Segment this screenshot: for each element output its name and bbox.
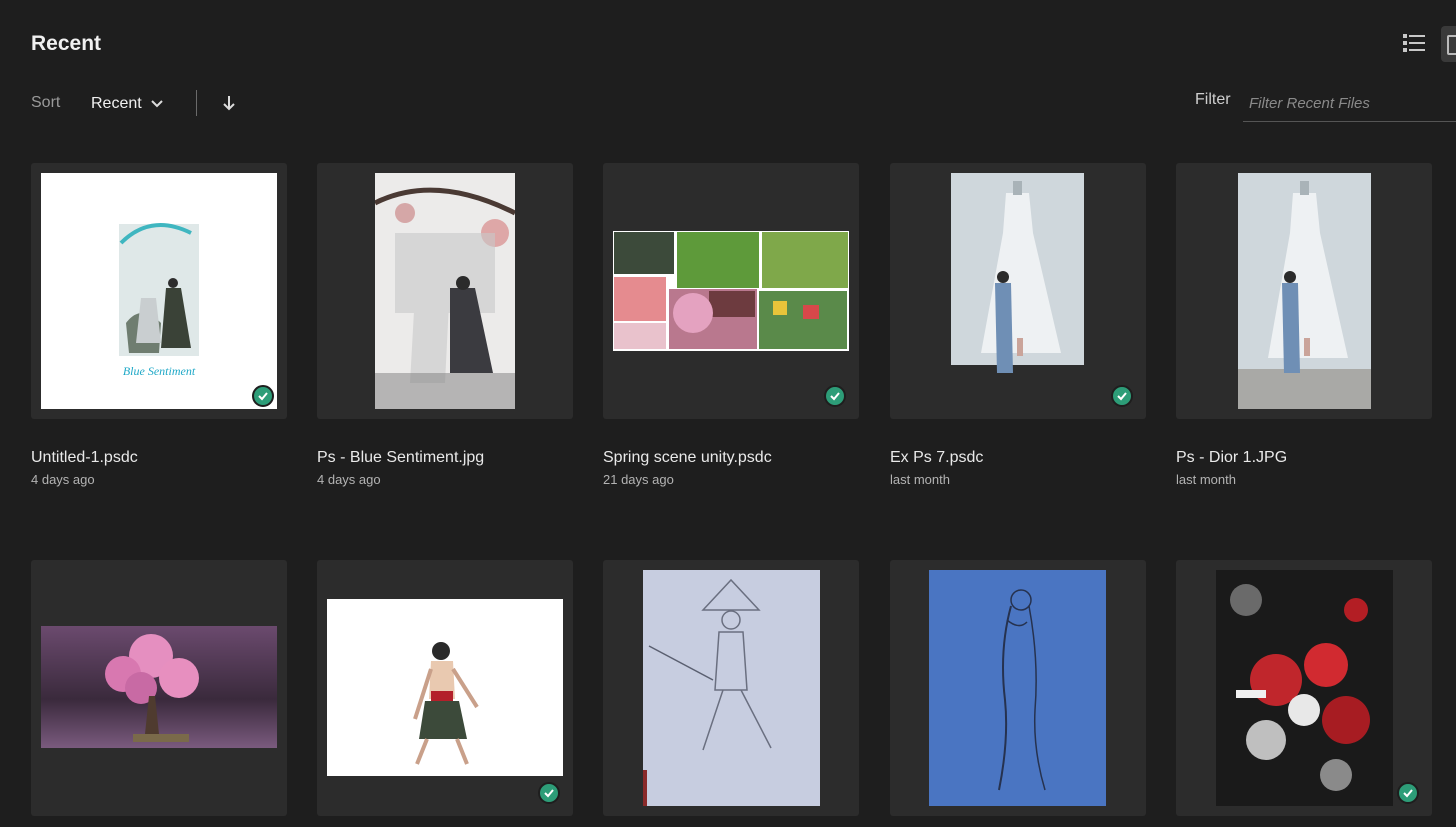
chevron-down-icon — [150, 100, 163, 108]
grid-view-button[interactable] — [1441, 26, 1456, 62]
synced-badge — [538, 782, 560, 804]
file-card[interactable]: Spring scene unity.psdc 21 days ago — [603, 163, 859, 487]
sort-label: Sort — [31, 94, 61, 111]
thumbnail-image — [327, 599, 563, 776]
thumbnail-image — [41, 626, 277, 748]
check-icon — [1117, 392, 1127, 401]
file-thumbnail — [31, 560, 287, 816]
synced-badge — [1111, 385, 1133, 407]
file-card[interactable]: Ex Ps 7.psdc last month — [890, 163, 1146, 487]
file-thumbnail — [603, 560, 859, 816]
sort-direction-button[interactable] — [220, 94, 238, 112]
synced-badge — [252, 385, 274, 407]
file-thumbnail: Blue Sentiment — [31, 163, 287, 419]
thumbnail-image — [1238, 173, 1371, 409]
file-card[interactable] — [603, 560, 859, 827]
file-thumbnail — [890, 163, 1146, 419]
check-icon — [1403, 789, 1413, 798]
thumbnail-image — [643, 570, 820, 806]
filter-label: Filter — [1195, 91, 1231, 108]
file-date: 4 days ago — [317, 472, 381, 487]
check-icon — [258, 392, 268, 401]
thumbnail-image — [1216, 570, 1393, 806]
file-card[interactable] — [1176, 560, 1432, 827]
file-card[interactable]: Ps - Dior 1.JPG last month — [1176, 163, 1432, 487]
synced-badge — [824, 385, 846, 407]
sort-dropdown[interactable]: Recent — [91, 93, 164, 115]
file-date: 4 days ago — [31, 472, 95, 487]
file-thumbnail — [1176, 163, 1432, 419]
file-thumbnail — [317, 163, 573, 419]
check-icon — [544, 789, 554, 798]
file-card[interactable] — [31, 560, 287, 827]
file-name: Spring scene unity.psdc — [603, 449, 772, 466]
page-title: Recent — [31, 32, 102, 55]
file-thumbnail — [1176, 560, 1432, 816]
sort-divider — [196, 90, 197, 116]
file-name: Untitled-1.psdc — [31, 449, 138, 466]
file-card[interactable]: Blue Sentiment Untitled-1.psdc 4 days ag… — [31, 163, 287, 487]
file-date: last month — [890, 472, 950, 487]
check-icon — [830, 392, 840, 401]
file-name: Ps - Dior 1.JPG — [1176, 449, 1288, 466]
file-date: last month — [1176, 472, 1236, 487]
thumbnail-image — [929, 570, 1106, 806]
thumbnail-image — [613, 231, 849, 351]
file-card[interactable]: Ps - Blue Sentiment.jpg 4 days ago — [317, 163, 573, 487]
file-card[interactable] — [890, 560, 1146, 827]
thumbnail-image: Blue Sentiment — [41, 173, 277, 409]
file-name: Ps - Blue Sentiment.jpg — [317, 449, 485, 466]
file-thumbnail — [317, 560, 573, 816]
list-view-button[interactable] — [1401, 30, 1427, 56]
file-card[interactable] — [317, 560, 573, 827]
list-view-icon — [1403, 34, 1425, 52]
sort-value: Recent — [91, 95, 142, 112]
svg-text:Blue Sentiment: Blue Sentiment — [123, 364, 196, 378]
file-thumbnail — [603, 163, 859, 419]
file-thumbnail — [890, 560, 1146, 816]
arrow-down-icon — [223, 96, 235, 111]
file-name: Ex Ps 7.psdc — [890, 449, 984, 466]
file-date: 21 days ago — [603, 472, 674, 487]
filter-input[interactable] — [1243, 86, 1456, 122]
synced-badge — [1397, 782, 1419, 804]
recent-files-view: Recent Sort Recent Filter Filter Recent … — [0, 0, 1456, 827]
thumbnail-image — [951, 173, 1084, 409]
thumbnail-image — [375, 173, 515, 409]
